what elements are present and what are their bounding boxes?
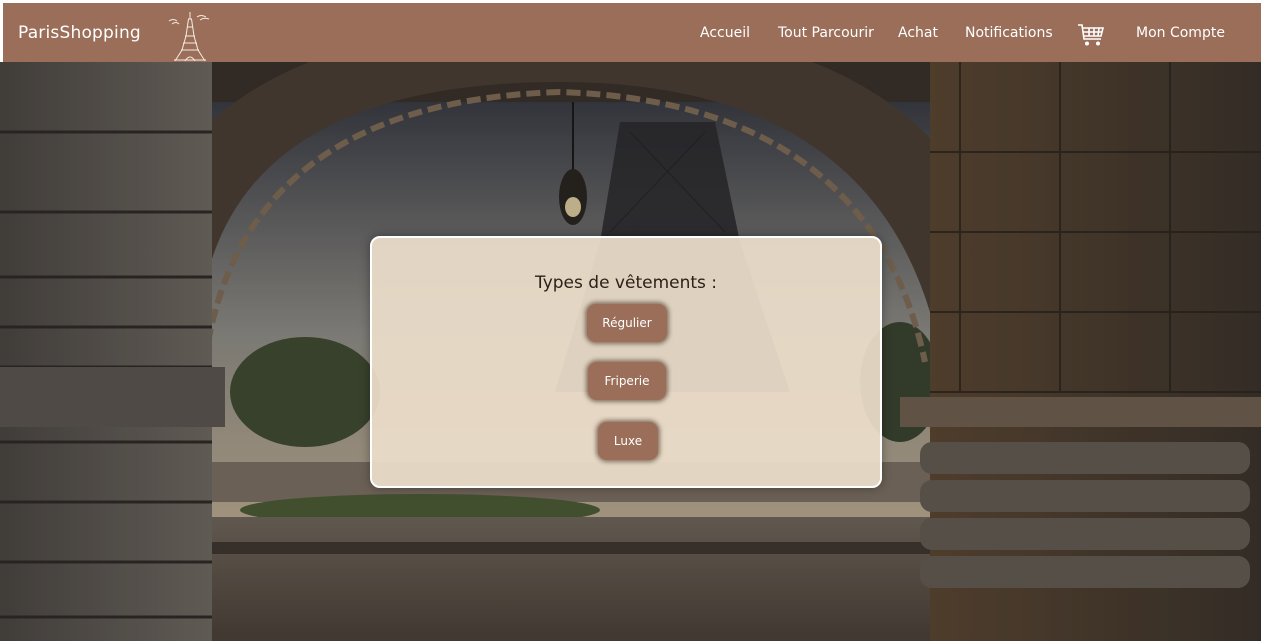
type-friperie-button[interactable]: Friperie <box>588 362 666 400</box>
nav-accueil[interactable]: Accueil <box>700 25 750 41</box>
nav-mon-compte[interactable]: Mon Compte <box>1136 25 1225 41</box>
nav-tout-parcourir[interactable]: Tout Parcourir <box>778 25 874 41</box>
shopping-cart-icon[interactable] <box>1077 23 1105 47</box>
clothing-types-title: Types de vêtements : <box>534 273 718 293</box>
type-regulier-button[interactable]: Régulier <box>587 304 667 342</box>
nav-notifications[interactable]: Notifications <box>965 25 1053 41</box>
brand-name[interactable]: ParisShopping <box>18 23 141 43</box>
eiffel-tower-icon[interactable] <box>167 9 213 61</box>
type-luxe-button[interactable]: Luxe <box>598 422 658 460</box>
clothing-types-card: Types de vêtements : Régulier Friperie L… <box>370 236 882 488</box>
nav-achat[interactable]: Achat <box>898 25 938 41</box>
navbar: ParisShopping Accueil Tout Parcourir Ach… <box>0 0 1261 62</box>
